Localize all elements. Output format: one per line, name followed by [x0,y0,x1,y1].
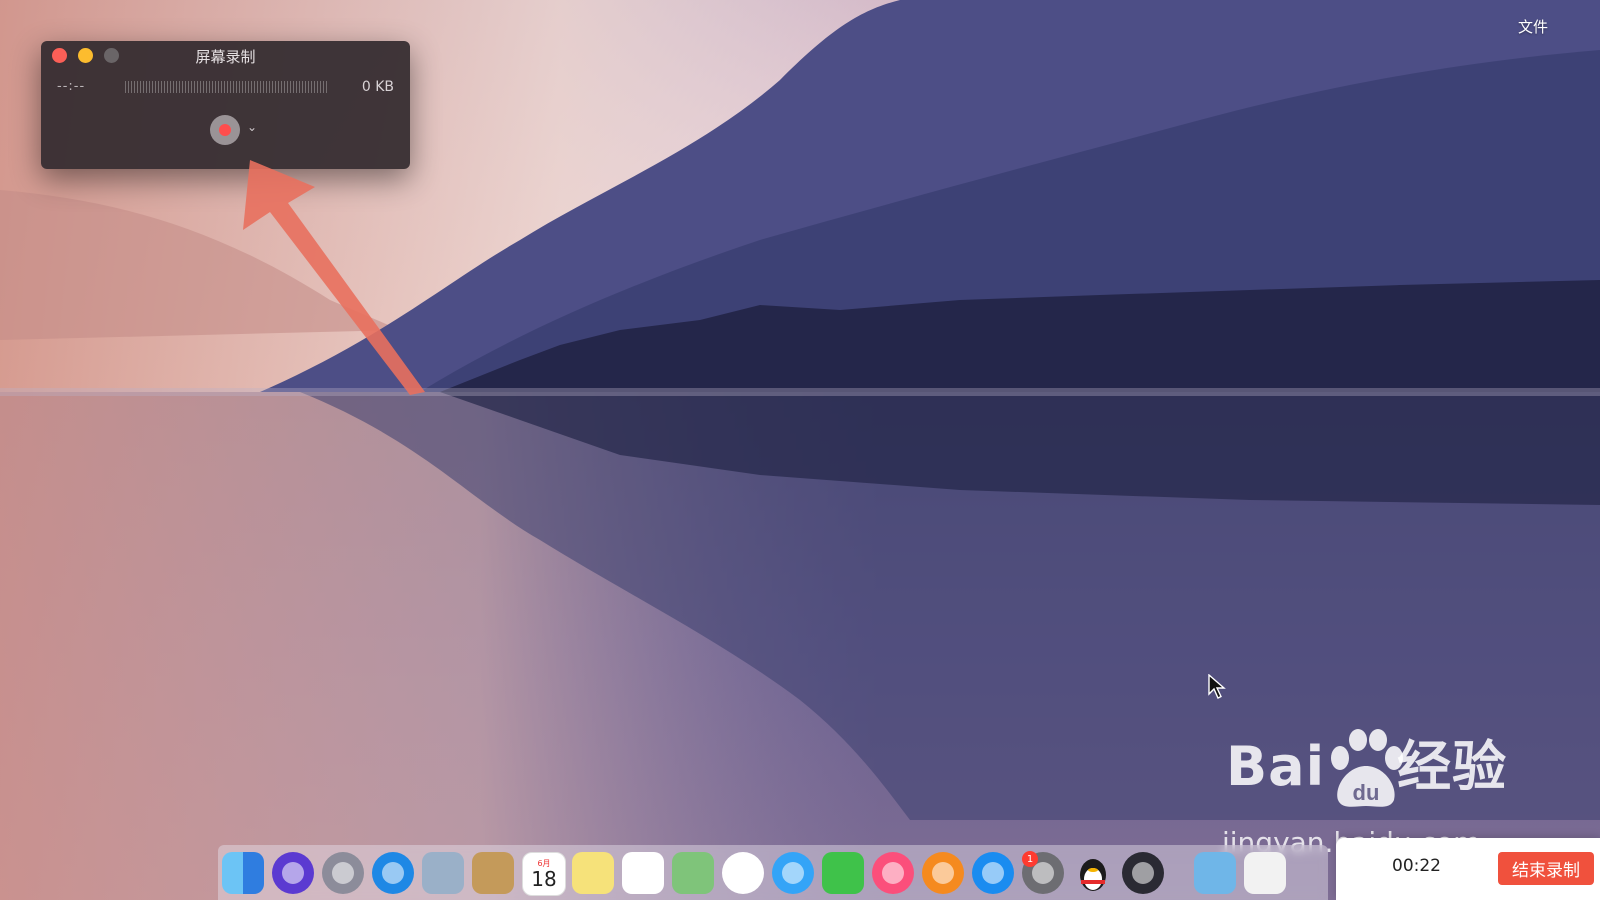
launchpad-glyph [332,862,354,884]
photos-icon[interactable] [722,852,764,894]
itunes-icon[interactable] [872,852,914,894]
watermark-logo-left: Bai [1226,735,1326,798]
mouse-pointer-icon [1208,674,1226,699]
ibooks-icon[interactable] [922,852,964,894]
dock: 6月 18 [218,845,1328,900]
menubar-file-menu[interactable]: 文件 [1518,16,1548,37]
window-title: 屏幕录制 [195,48,256,66]
downloads-folder-icon[interactable] [1194,852,1236,894]
record-button[interactable] [210,115,240,145]
quicktime-icon[interactable] [1122,852,1164,894]
qq-icon[interactable] [1072,852,1114,894]
watermark-logo-right: 经验 [1397,735,1508,798]
calendar-icon[interactable]: 6月 18 [522,852,566,896]
record-dot-icon [219,124,231,136]
app-store-glyph [982,862,1004,884]
messages-glyph [782,862,804,884]
reminders-icon[interactable] [622,852,664,894]
siri-glyph [282,862,304,884]
finder-icon[interactable] [222,852,264,894]
siri-icon[interactable] [272,852,314,894]
notes-icon[interactable] [572,852,614,894]
calendar-day-label: 18 [531,866,557,891]
baidu-paw-icon: du [1331,729,1403,807]
contacts-icon[interactable] [472,852,514,894]
svg-text:du: du [1353,780,1380,805]
ibooks-glyph [932,862,954,884]
preview-icon[interactable] [422,852,464,894]
record-options-chevron-icon[interactable]: ⌄ [247,120,257,134]
stop-recording-button[interactable]: 结束录制 [1498,852,1594,885]
maps-icon[interactable] [672,852,714,894]
safari-icon[interactable] [372,852,414,894]
app-store-notification-badge: 1 [1022,851,1038,867]
recording-file-size: 0 KB [361,79,394,95]
screen-recording-window: 屏幕录制 --:-- 0 KB ⌄ [41,41,410,169]
baidu-jingyan-watermark: Bai经验 du jingyan.baidu.com [1222,722,1508,859]
messages-icon[interactable] [772,852,814,894]
safari-glyph [382,862,404,884]
document-stack-icon[interactable] [1244,852,1286,894]
system-preferences-glyph [1032,862,1054,884]
facetime-icon[interactable] [822,852,864,894]
recording-timer: 00:22 [1392,856,1441,876]
audio-level-meter [125,81,327,93]
photos-glyph [732,862,754,884]
quicktime-glyph [1132,862,1154,884]
qq-penguin-glyph [1080,859,1106,891]
app-store-icon[interactable] [972,852,1014,894]
itunes-glyph [882,862,904,884]
launchpad-icon[interactable] [322,852,364,894]
recording-elapsed-time: --:-- [57,79,86,94]
recording-control-widget: 00:22 结束录制 [1336,838,1600,900]
